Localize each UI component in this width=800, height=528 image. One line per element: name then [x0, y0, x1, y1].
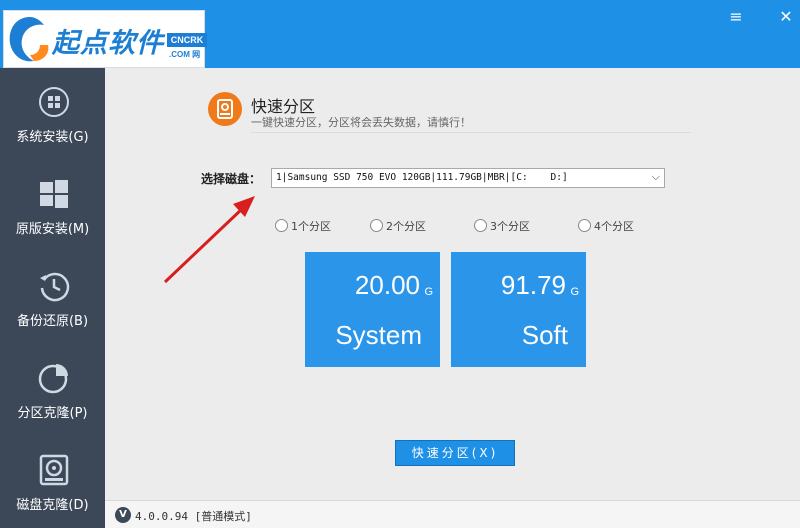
partition-name: System	[335, 320, 422, 350]
quick-partition-button[interactable]: 快速分区(X)	[395, 440, 515, 466]
disk-select-label: 选择磁盘：	[201, 172, 262, 186]
partition-size: 91.79	[500, 270, 566, 300]
sidebar-item-label: 系统安装(G)	[16, 130, 89, 145]
disk-select[interactable]: 1|Samsung SSD 750 EVO 120GB|111.79GB|MBR…	[271, 168, 665, 188]
main-panel: 快速分区 一键快速分区，分区将会丢失数据，请慎行！ 选择磁盘： 1|Samsun…	[105, 68, 800, 500]
partition-tile-soft[interactable]: 91.79 G Soft	[451, 252, 586, 367]
radio-label: 4个分区	[594, 220, 634, 233]
page-subtitle: 一键快速分区，分区将会丢失数据，请慎行！	[251, 116, 471, 129]
logo-subtext: .COM 网	[169, 50, 201, 59]
divider	[251, 132, 691, 133]
title-bar: 起点软件 CNCRK .COM 网 ≡ ✕	[0, 0, 800, 68]
radio-circle	[578, 219, 591, 232]
close-button[interactable]: ✕	[775, 6, 797, 28]
pie-chart-icon	[38, 364, 68, 394]
sidebar-item-disk-clone[interactable]: 磁盘克隆(D)	[0, 436, 105, 528]
sidebar-item-label: 原版安装(M)	[15, 222, 90, 237]
partition-name: Soft	[521, 320, 568, 350]
sidebar-item-partition-clone[interactable]: 分区克隆(P)	[0, 344, 105, 436]
sidebar-item-label: 备份还原(B)	[16, 314, 89, 329]
radio-circle	[370, 219, 383, 232]
radio-circle	[474, 219, 487, 232]
partition-header-icon	[208, 92, 242, 126]
logo-text: 起点软件	[52, 28, 164, 59]
chevron-down-icon: ⌵	[651, 170, 660, 183]
sidebar-item-label: 分区克隆(P)	[17, 406, 88, 421]
sidebar-item-original-install[interactable]: 原版安装(M)	[0, 160, 105, 252]
radio-label: 2个分区	[386, 220, 426, 233]
sidebar-item-system-install[interactable]: 系统安装(G)	[0, 68, 105, 160]
menu-icon: ≡	[729, 7, 743, 26]
version-badge: V	[115, 507, 131, 523]
radio-label: 1个分区	[291, 220, 331, 233]
partition-tile-system[interactable]: 20.00 G System	[305, 252, 440, 367]
version-text: 4.0.0.94 [普通模式]	[135, 510, 252, 523]
menu-button[interactable]: ≡	[725, 6, 747, 28]
sidebar-item-label: 磁盘克隆(D)	[16, 498, 89, 513]
disk-clone-icon	[39, 454, 69, 486]
logo-swirl-icon	[9, 17, 49, 62]
partition-unit: G	[424, 286, 433, 298]
backup-clock-icon	[40, 272, 70, 302]
disk-select-value: 1|Samsung SSD 750 EVO 120GB|111.79GB|MBR…	[276, 172, 568, 183]
sidebar-item-backup-restore[interactable]: 备份还原(B)	[0, 252, 105, 344]
windows-logo-icon	[40, 180, 68, 208]
logo-badge: CNCRK	[167, 33, 207, 47]
radio-circle	[275, 219, 288, 232]
windows-disc-icon	[39, 87, 69, 117]
status-bar: V 4.0.0.94 [普通模式]	[105, 500, 800, 528]
sidebar: 系统安装(G) 原版安装(M) 备份还原(B) 分区克隆(P) 磁盘克隆(D)	[0, 68, 105, 528]
close-icon: ✕	[779, 7, 793, 26]
app-logo: 起点软件 CNCRK .COM 网	[3, 10, 207, 68]
partition-size: 20.00	[354, 270, 420, 300]
radio-label: 3个分区	[490, 220, 530, 233]
partition-unit: G	[570, 286, 579, 298]
